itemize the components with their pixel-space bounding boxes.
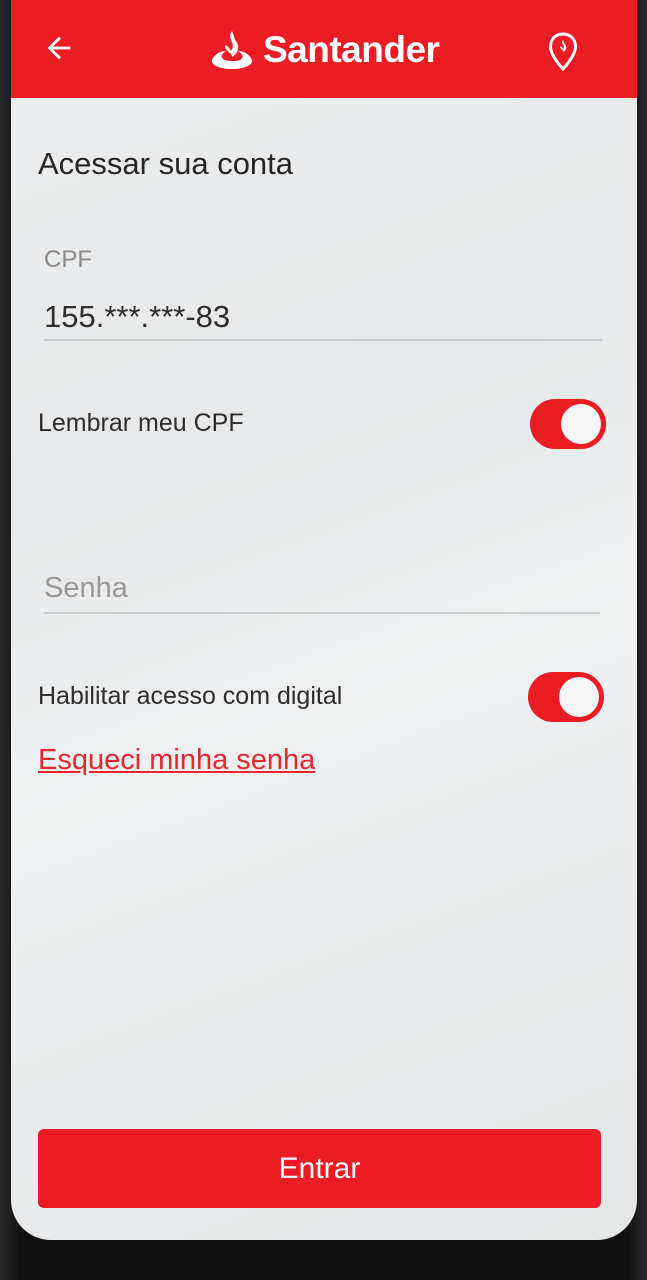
santander-flame-icon (211, 31, 253, 69)
location-pin-icon (548, 32, 578, 72)
remember-cpf-label: Lembrar meu CPF (38, 409, 244, 437)
back-button[interactable] (37, 26, 81, 70)
cpf-input[interactable] (44, 294, 600, 340)
password-underline (44, 612, 600, 614)
forgot-password-link[interactable]: Esqueci minha senha (38, 744, 315, 777)
brand-logo: Santander (209, 24, 440, 76)
fingerprint-toggle[interactable] (528, 672, 604, 722)
app-screen: Santander Acessar sua conta CPF Lembrar … (11, 0, 637, 1240)
cpf-label: CPF (44, 246, 92, 273)
arrow-left-icon (47, 36, 71, 60)
login-button[interactable]: Entrar (38, 1129, 601, 1208)
phone-frame: Santander Acessar sua conta CPF Lembrar … (0, 0, 647, 1280)
page-title: Acessar sua conta (38, 146, 294, 181)
fingerprint-label: Habilitar acesso com digital (38, 682, 343, 710)
location-button[interactable] (543, 28, 583, 76)
app-header: Santander (11, 0, 637, 98)
cpf-underline (44, 339, 602, 341)
password-input[interactable] (44, 566, 600, 610)
remember-cpf-toggle[interactable] (530, 399, 606, 449)
brand-name: Santander (263, 29, 440, 70)
toggle-knob (559, 677, 599, 717)
toggle-knob (561, 404, 601, 444)
